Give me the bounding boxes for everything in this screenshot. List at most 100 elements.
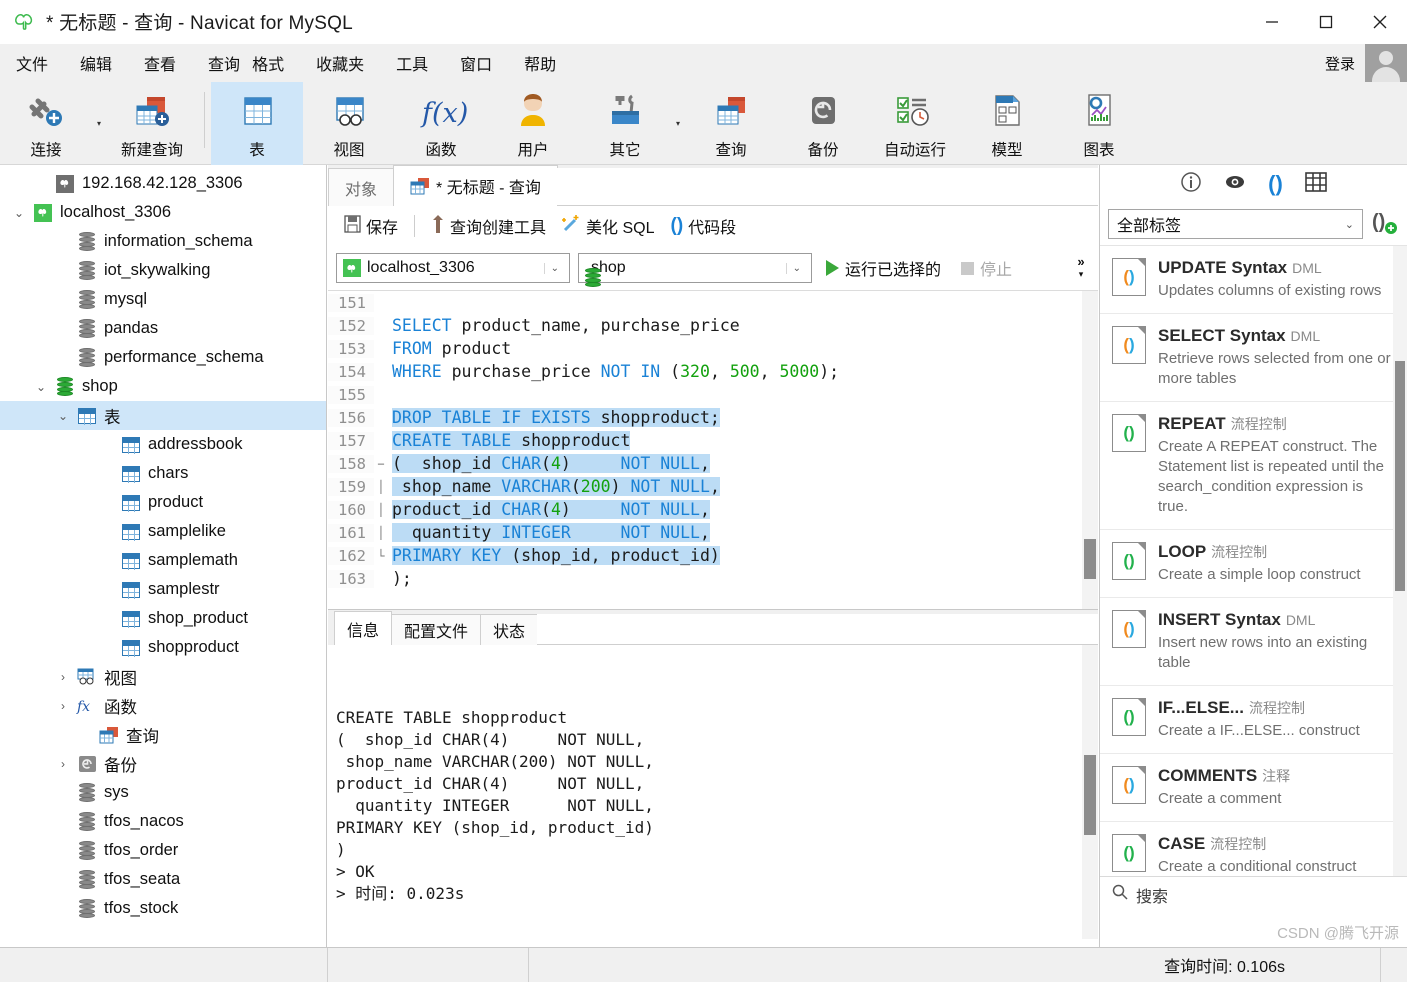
minimize-button[interactable]	[1245, 0, 1299, 44]
chevron-down-icon[interactable]: ⌄	[30, 380, 52, 394]
query-builder-button[interactable]: 查询创建工具	[423, 210, 554, 242]
tree-node-tfos_nacos[interactable]: tfos_nacos	[0, 807, 326, 836]
toolbar-button-backup[interactable]: 备份	[777, 82, 869, 165]
run-selected-button[interactable]: 运行已选择的	[820, 253, 947, 283]
chevron-right-icon[interactable]: ›	[52, 699, 74, 713]
editor-line[interactable]: 163);	[328, 567, 1098, 590]
save-button[interactable]: 保存	[336, 210, 406, 242]
snippet-item[interactable]: () SELECT Syntax DML Retrieve rows selected…	[1100, 314, 1407, 402]
sql-editor[interactable]: 151 152 SELECT product_name, purchase_pric…	[328, 290, 1098, 610]
menu-format[interactable]: 格式	[246, 47, 300, 79]
menu-favorites[interactable]: 收藏夹	[300, 47, 380, 79]
editor-line[interactable]: 152 SELECT product_name, purchase_price	[328, 314, 1098, 337]
result-scrollbar[interactable]	[1082, 645, 1098, 939]
toolbar-button-table[interactable]: 表	[211, 82, 303, 165]
tree-node-localhost_3306[interactable]: ⌄ localhost_3306	[0, 198, 326, 227]
snippet-list[interactable]: () UPDATE Syntax DML Updates columns of exi…	[1100, 245, 1407, 905]
object-tree-panel[interactable]: 192.168.42.128_3306 ⌄ localhost_3306 inform…	[0, 165, 327, 947]
editor-line[interactable]: 151	[328, 291, 1098, 314]
editor-line[interactable]: 154 WHERE purchase_price NOT IN (320, 500…	[328, 360, 1098, 383]
editor-scrollbar[interactable]	[1082, 291, 1098, 609]
toolbar-button-view[interactable]: 视图	[303, 82, 395, 165]
fold-marker-icon[interactable]: │	[374, 480, 388, 494]
sql-editor-lines[interactable]: 151 152 SELECT product_name, purchase_pric…	[328, 291, 1098, 590]
eye-icon[interactable]	[1224, 171, 1246, 198]
menu-query[interactable]: 查询	[192, 47, 246, 79]
menu-file[interactable]: 文件	[0, 47, 64, 79]
tree-node-[interactable]: › 备份	[0, 749, 326, 778]
tree-node-[interactable]: › 视图	[0, 662, 326, 691]
toolbar-button-connection[interactable]: 连接	[0, 82, 92, 165]
toolbar-button-user[interactable]: 用户	[487, 82, 579, 165]
snippet-item[interactable]: () COMMENTS 注释 Create a comment	[1100, 754, 1407, 822]
snippet-item[interactable]: () REPEAT 流程控制 Create A REPEAT construct. T…	[1100, 402, 1407, 530]
tree-node-pandas[interactable]: pandas	[0, 314, 326, 343]
connection-select[interactable]: localhost_3306 ⌄	[336, 253, 570, 283]
snippet-scrollbar-thumb[interactable]	[1395, 361, 1405, 591]
editor-line[interactable]: 155	[328, 383, 1098, 406]
snippet-scrollbar[interactable]	[1393, 246, 1407, 905]
beautify-sql-button[interactable]: 美化 SQL	[554, 210, 662, 242]
toolbar-button-other[interactable]: 其它	[579, 82, 671, 165]
chevron-right-icon[interactable]: ›	[52, 670, 74, 684]
tab-query-untitled[interactable]: * 无标题 - 查询	[393, 165, 558, 206]
tree-node-samplestr[interactable]: samplestr	[0, 575, 326, 604]
tree-node-product[interactable]: product	[0, 488, 326, 517]
add-snippet-icon[interactable]: ()	[1371, 208, 1399, 241]
menu-edit[interactable]: 编辑	[64, 47, 128, 79]
tree-node-[interactable]: 查询	[0, 720, 326, 749]
editor-line[interactable]: 158−( shop_id CHAR(4) NOT NULL,	[328, 452, 1098, 475]
toolbar-button-query[interactable]: 查询	[685, 82, 777, 165]
snippet-item[interactable]: () UPDATE Syntax DML Updates columns of exi…	[1100, 246, 1407, 314]
code-snippet-button[interactable]: () 代码段	[663, 210, 745, 242]
chevron-down-icon-tag[interactable]: ⌄	[1345, 218, 1354, 231]
tree-node-information_schema[interactable]: information_schema	[0, 227, 326, 256]
editor-line[interactable]: 161 │ quantity INTEGER NOT NULL,	[328, 521, 1098, 544]
tag-filter-select[interactable]: 全部标签 ⌄	[1108, 209, 1363, 239]
tree-node-iot_skywalking[interactable]: iot_skywalking	[0, 256, 326, 285]
tree-node-chars[interactable]: chars	[0, 459, 326, 488]
chevron-down-icon-db[interactable]: ⌄	[785, 262, 807, 274]
fold-marker-icon[interactable]: │	[374, 503, 388, 517]
tab-objects[interactable]: 对象	[328, 168, 395, 206]
snippet-item[interactable]: () INSERT Syntax DML Insert new rows into a…	[1100, 598, 1407, 686]
snippet-item[interactable]: () IF...ELSE... 流程控制 Create a IF...ELSE... …	[1100, 686, 1407, 754]
login-link[interactable]: 登录	[1325, 53, 1365, 74]
chevron-right-icon[interactable]: ›	[52, 757, 74, 771]
chevron-down-icon[interactable]: ⌄	[543, 262, 565, 274]
editor-line[interactable]: 153 FROM product	[328, 337, 1098, 360]
maximize-button[interactable]	[1299, 0, 1353, 44]
tree-node-tfos_order[interactable]: tfos_order	[0, 836, 326, 865]
chevron-down-icon[interactable]: ⌄	[8, 206, 30, 220]
tree-node-mysql[interactable]: mysql	[0, 285, 326, 314]
result-scrollbar-thumb[interactable]	[1084, 755, 1096, 835]
tree-node-performance_schema[interactable]: performance_schema	[0, 343, 326, 372]
tree-node-[interactable]: › fx 函数	[0, 691, 326, 720]
grid-icon[interactable]	[1305, 171, 1327, 197]
editor-line[interactable]: 156 DROP TABLE IF EXISTS shopproduct;	[328, 406, 1098, 429]
tab-info[interactable]: 信息	[334, 611, 393, 645]
fold-marker-icon[interactable]: −	[374, 457, 388, 471]
fold-marker-icon[interactable]: │	[374, 526, 388, 540]
connection-dropdown-caret-icon[interactable]: ▾	[92, 82, 106, 165]
database-select[interactable]: shop ⌄	[578, 253, 812, 287]
toolbar-button-automation[interactable]: 自动运行	[869, 82, 961, 165]
snippet-item[interactable]: () LOOP 流程控制 Create a simple loop construct	[1100, 530, 1407, 598]
editor-scrollbar-thumb[interactable]	[1084, 539, 1096, 579]
tree-node-[interactable]: ⌄ 表	[0, 401, 326, 430]
snippet-search-row[interactable]: 搜索	[1100, 876, 1407, 912]
toolbar-button-chart[interactable]: 图表	[1053, 82, 1145, 165]
chevron-down-icon[interactable]: ⌄	[52, 409, 74, 423]
tab-profile[interactable]: 配置文件	[391, 614, 482, 645]
close-button[interactable]	[1353, 0, 1407, 44]
snippet-icon[interactable]: ()	[1268, 173, 1283, 195]
editor-line[interactable]: 159 │ shop_name VARCHAR(200) NOT NULL,	[328, 475, 1098, 498]
editor-line[interactable]: 160 │ product_id CHAR(4) NOT NULL,	[328, 498, 1098, 521]
tree-node-tfos_stock[interactable]: tfos_stock	[0, 894, 326, 923]
menu-window[interactable]: 窗口	[444, 47, 508, 79]
toolbar-button-model[interactable]: 模型	[961, 82, 1053, 165]
other-dropdown-caret-icon[interactable]: ▾	[671, 82, 685, 165]
tree-node-shopproduct[interactable]: shopproduct	[0, 633, 326, 662]
tree-node-shop[interactable]: ⌄ shop	[0, 372, 326, 401]
editor-line[interactable]: 157 CREATE TABLE shopproduct	[328, 429, 1098, 452]
